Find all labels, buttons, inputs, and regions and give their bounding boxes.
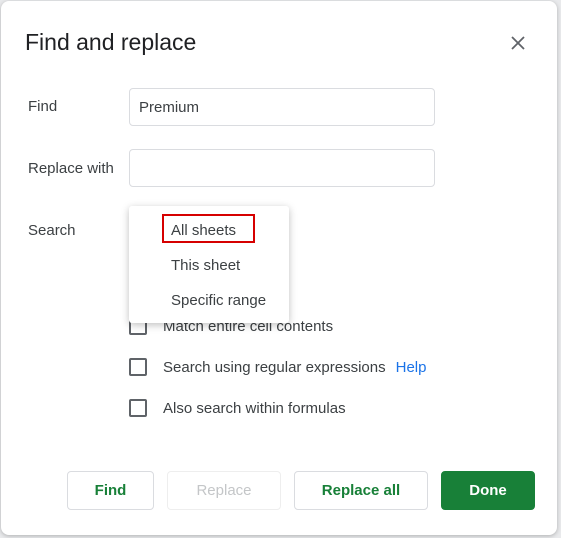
regex-row[interactable]: Search using regular expressions Help [129, 358, 426, 376]
regex-label: Search using regular expressions [163, 358, 386, 376]
formulas-row[interactable]: Also search within formulas [129, 399, 346, 417]
dropdown-item-all-sheets[interactable]: All sheets [171, 222, 236, 239]
regex-checkbox[interactable] [129, 358, 147, 376]
close-button[interactable] [506, 31, 530, 55]
find-button[interactable]: Find [67, 471, 154, 510]
dialog-title: Find and replace [25, 29, 197, 55]
help-link[interactable]: Help [396, 359, 427, 376]
replace-label: Replace with [28, 160, 114, 177]
search-scope-dropdown[interactable]: All sheets This sheet Specific range [129, 206, 289, 323]
close-icon [511, 36, 525, 50]
dropdown-item-this-sheet[interactable]: This sheet [171, 257, 240, 274]
formulas-checkbox[interactable] [129, 399, 147, 417]
replace-input[interactable] [129, 149, 435, 187]
dropdown-item-specific-range[interactable]: Specific range [171, 292, 266, 309]
find-input[interactable] [129, 88, 435, 126]
find-replace-dialog: Find and replace Find Replace with Searc… [1, 1, 557, 535]
replace-all-button[interactable]: Replace all [294, 471, 428, 510]
search-label: Search [28, 222, 76, 239]
find-label: Find [28, 98, 58, 115]
formulas-label: Also search within formulas [163, 399, 346, 417]
replace-button[interactable]: Replace [167, 471, 281, 510]
done-button[interactable]: Done [441, 471, 535, 510]
